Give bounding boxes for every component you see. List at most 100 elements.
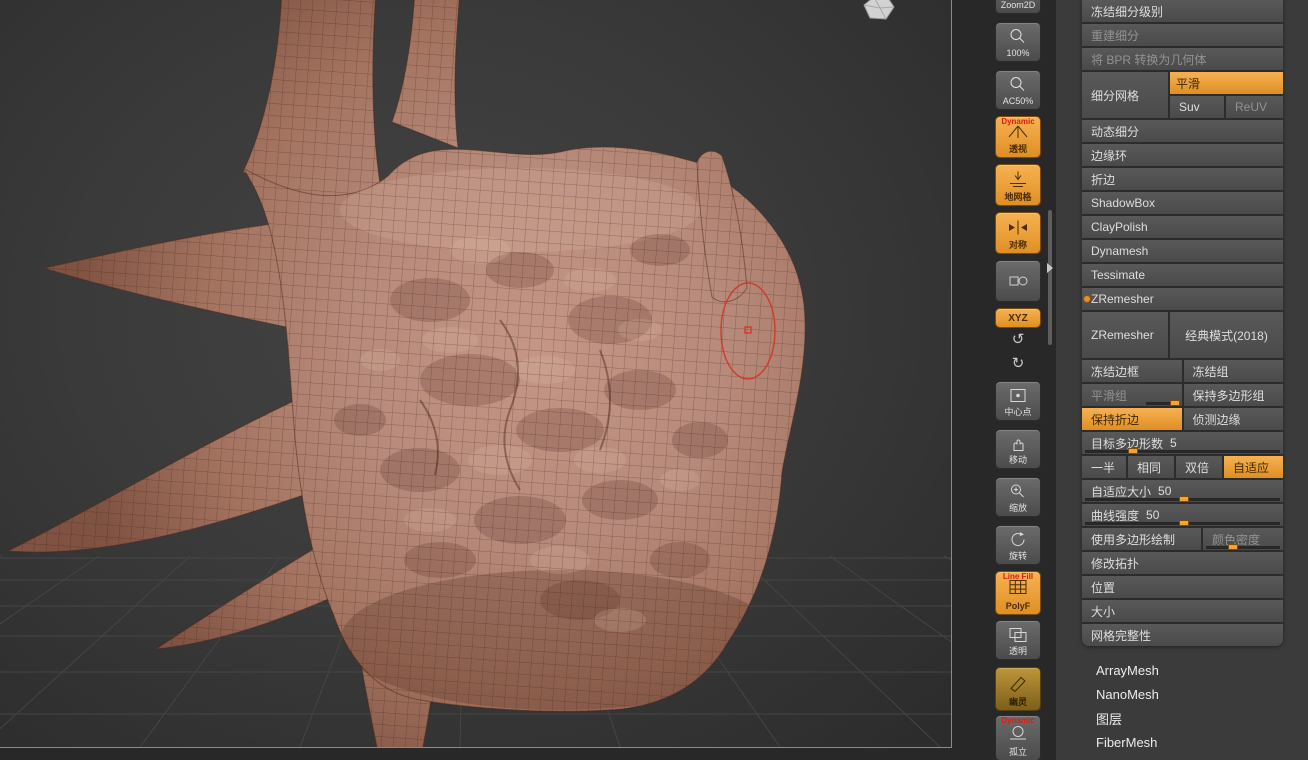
button-label: Zoom2D [1000, 0, 1036, 10]
smooth-toggle[interactable]: 平滑 [1170, 72, 1283, 94]
section-label: 大小 [1091, 604, 1116, 619]
slider-label: 自适应大小 [1091, 484, 1152, 499]
slider-handle[interactable] [1170, 400, 1181, 406]
keep-groups-button[interactable]: 保持多边形组 [1183, 384, 1283, 406]
slider-handle[interactable] [1228, 544, 1239, 550]
mesh-integrity-section[interactable]: 网格完整性 [1082, 624, 1283, 646]
section-edge-loop[interactable]: 边缘环 [1082, 144, 1283, 166]
section-dynamic-subdiv[interactable]: 动态细分 [1082, 120, 1283, 142]
section-dynamesh[interactable]: Dynamesh [1082, 240, 1283, 262]
subpalette-nanomesh[interactable]: NanoMesh [1082, 682, 1283, 706]
rotate-button[interactable]: 旋转 [995, 525, 1041, 565]
button-label: 保持折边 [1091, 412, 1140, 427]
freeze-groups-button[interactable]: 冻结组 [1183, 360, 1283, 382]
section-label: 网格完整性 [1091, 628, 1152, 643]
polyframe-button[interactable]: Line Fill PolyF [995, 571, 1041, 615]
slider-track [1206, 544, 1280, 550]
button-label: 透明 [1008, 646, 1027, 656]
adaptive-size-slider[interactable]: 自适应大小 50 [1082, 480, 1283, 502]
section-label: ClayPolish [1091, 220, 1148, 234]
transparency-button[interactable]: 透明 [995, 620, 1041, 660]
legacy-2018-button[interactable]: 经典模式(2018) [1170, 312, 1283, 358]
rotate-cw-icon[interactable]: ↻ [995, 354, 1041, 374]
zoom-button[interactable]: 缩放 [995, 477, 1041, 517]
size-section[interactable]: 大小 [1082, 600, 1283, 622]
magnifier-icon [1010, 77, 1025, 91]
color-density-slider[interactable]: 颜色密度 [1203, 528, 1283, 550]
section-shadowbox[interactable]: ShadowBox [1082, 192, 1283, 214]
button-label: 透视 [1008, 144, 1027, 154]
symmetry-icon [1009, 220, 1027, 235]
actual-size-button[interactable]: 100% [995, 22, 1041, 62]
local-symmetry-button[interactable] [995, 260, 1041, 302]
section-crease[interactable]: 折边 [1082, 168, 1283, 190]
curves-strength-slider[interactable]: 曲线强度 50 [1082, 504, 1283, 526]
floor-grid-button[interactable]: 地网格 [995, 164, 1041, 206]
target-polycount-slider[interactable]: 目标多边形数 5 [1082, 432, 1283, 454]
section-zremesher[interactable]: ZRemesher [1082, 288, 1283, 310]
modify-topology-section[interactable]: 修改拓扑 [1082, 552, 1283, 574]
button-label: ReUV [1235, 100, 1268, 114]
use-polypaint-button[interactable]: 使用多边形绘制 [1082, 528, 1201, 550]
document-viewport[interactable] [0, 0, 952, 748]
dynamic-overlay-label: Dynamic [1001, 117, 1035, 126]
section-label: 边缘环 [1091, 148, 1128, 163]
subpalette-fibermesh[interactable]: FiberMesh [1082, 730, 1283, 754]
subpalette-arraymesh[interactable]: ArrayMesh [1082, 658, 1283, 682]
slider-value: 50 [1146, 508, 1160, 522]
half-button[interactable]: 一半 [1082, 456, 1126, 478]
freeze-border-button[interactable]: 冻结边框 [1082, 360, 1182, 382]
zremesher-button[interactable]: ZRemesher [1082, 312, 1168, 358]
zoom2d-button[interactable]: Zoom2D [995, 0, 1041, 14]
half-size-button[interactable]: AC50% [995, 70, 1041, 110]
slider-handle[interactable] [1127, 448, 1138, 454]
solo-button[interactable]: Dynamic 孤立 [995, 715, 1041, 760]
reconstruct-subdiv-button[interactable]: 重建细分 [1082, 24, 1283, 46]
section-tessimate[interactable]: Tessimate [1082, 264, 1283, 286]
adapt-toggle[interactable]: 自适应 [1224, 456, 1283, 478]
rotate-ccw-icon[interactable]: ↺ [995, 330, 1041, 350]
perspective-button[interactable]: Dynamic 透视 [995, 116, 1041, 158]
freeze-subdiv-levels-button[interactable]: 冻结细分级别 [1082, 0, 1283, 22]
subpalette-layers[interactable]: 图层 [1082, 706, 1283, 730]
smooth-groups-slider[interactable]: 平滑组 [1082, 384, 1182, 406]
slider-label: 曲线强度 [1091, 508, 1140, 523]
position-section[interactable]: 位置 [1082, 576, 1283, 598]
section-claypolish[interactable]: ClayPolish [1082, 216, 1283, 238]
keep-creases-toggle[interactable]: 保持折边 [1082, 408, 1182, 430]
ghost-button[interactable]: 幽灵 [995, 667, 1041, 711]
local-symmetry-icon [1009, 276, 1028, 286]
slider-handle[interactable] [1178, 496, 1189, 502]
divide-button[interactable]: 细分网格 [1082, 72, 1168, 118]
subpalette-label: ArrayMesh [1096, 662, 1159, 678]
transparency-icon [1009, 628, 1027, 642]
symmetry-button[interactable]: 对称 [995, 212, 1041, 254]
slider-track [1085, 520, 1280, 526]
suv-button[interactable]: Suv [1170, 96, 1224, 118]
xyz-button[interactable]: XYZ [995, 308, 1041, 328]
section-label: 修改拓扑 [1091, 556, 1140, 571]
same-button[interactable]: 相同 [1128, 456, 1174, 478]
button-label: ZRemesher [1091, 328, 1154, 342]
reuv-button[interactable]: ReUV [1226, 96, 1283, 118]
detect-edges-button[interactable]: 侦测边缘 [1183, 408, 1283, 430]
camera-gizmo[interactable] [860, 0, 900, 23]
move-button[interactable]: 移动 [995, 429, 1041, 469]
slider-handle[interactable] [1178, 520, 1189, 526]
button-label: 幽灵 [1008, 697, 1027, 707]
sculpt-mesh[interactable] [0, 0, 951, 747]
tray-scrollbar[interactable] [1048, 210, 1052, 345]
sculpt-canvas[interactable] [0, 0, 951, 747]
subpalette-label: NanoMesh [1096, 686, 1159, 702]
tray-collapse-arrow-icon[interactable] [1047, 263, 1053, 273]
rotate-icon [1011, 532, 1025, 546]
center-point-button[interactable]: 中心点 [995, 381, 1041, 421]
slider-track [1085, 496, 1280, 502]
button-label: 自适应 [1233, 460, 1270, 475]
section-label: Dynamesh [1091, 244, 1149, 258]
button-label: 缩放 [1008, 503, 1027, 513]
magnifier-icon [1010, 29, 1025, 43]
button-label: 中心点 [1004, 407, 1032, 417]
convert-bpr-button[interactable]: 将 BPR 转换为几何体 [1082, 48, 1283, 70]
double-button[interactable]: 双倍 [1176, 456, 1222, 478]
